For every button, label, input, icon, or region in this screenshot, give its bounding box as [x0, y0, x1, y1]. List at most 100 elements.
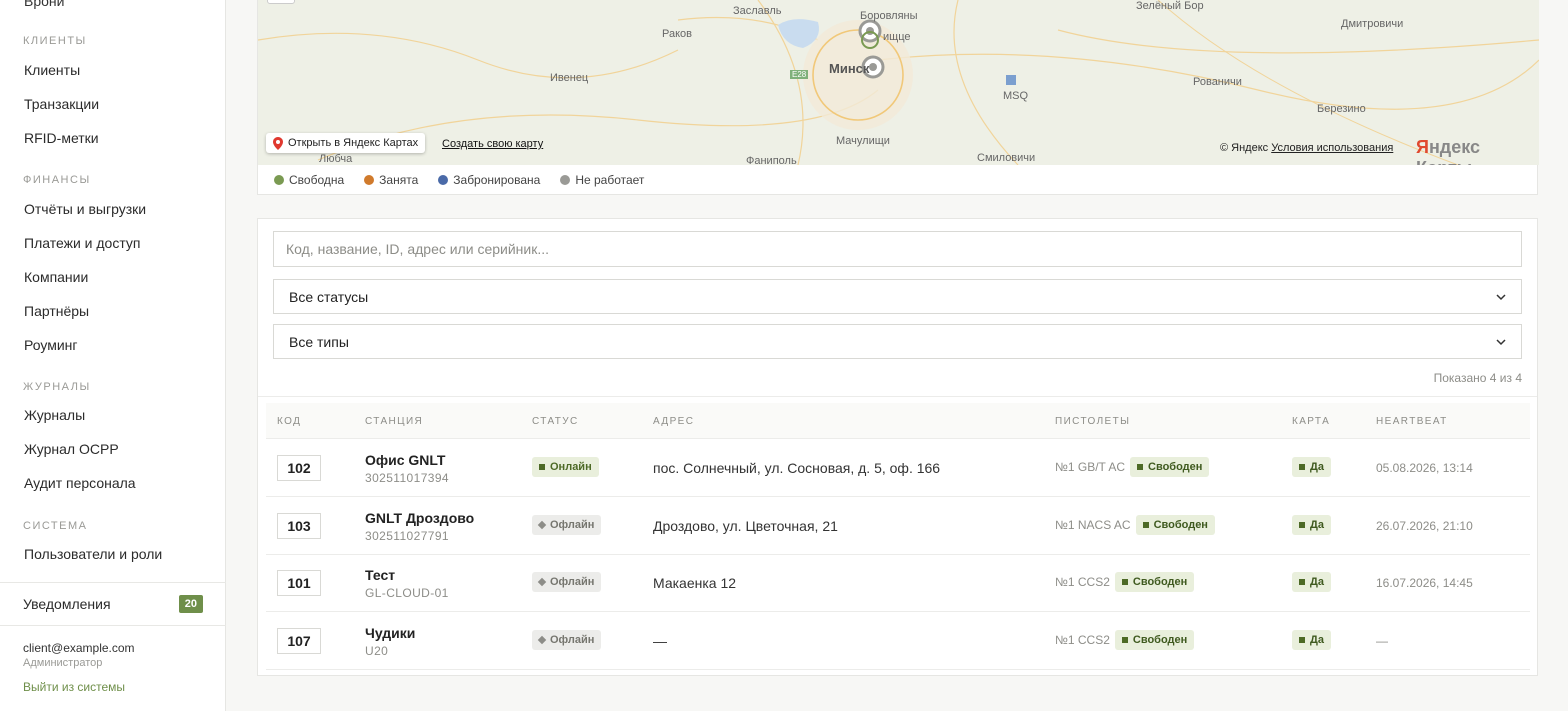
online-square-icon — [539, 464, 545, 470]
sidebar-item-clients[interactable]: Клиенты — [24, 62, 80, 78]
map-zoom-control[interactable] — [267, 0, 295, 4]
station-address: Дроздово, ул. Цветочная, 21 — [653, 517, 838, 534]
map-label: Рованичи — [1193, 76, 1242, 88]
status-badge: Офлайн — [532, 572, 602, 592]
station-code: 103 — [277, 512, 321, 539]
sidebar-divider — [0, 582, 226, 583]
stations-list-card: Все статусы Все типы Показано 4 из 4 Код… — [257, 218, 1538, 676]
map-label: Раков — [662, 28, 692, 40]
gun-info: №1 NACS AC Свободен — [1055, 514, 1215, 535]
heartbeat-time: — — [1376, 633, 1388, 648]
map-label: Заславль — [733, 5, 782, 17]
gun-status-badge: Свободен — [1135, 514, 1215, 535]
sidebar-divider — [0, 625, 226, 626]
offline-diamond-icon — [537, 577, 547, 587]
create-map-link[interactable]: Создать свою карту — [442, 138, 543, 150]
sidebar-item-reports[interactable]: Отчёты и выгрузки — [24, 201, 146, 217]
map-terms-link[interactable]: Условия использования — [1271, 142, 1393, 154]
sidebar-item-notifications[interactable]: Уведомления 20 — [23, 595, 203, 613]
column-header-station[interactable]: Станция — [365, 416, 423, 427]
open-in-yandex-maps-label: Открыть в Яндекс Картах — [288, 137, 419, 149]
map-label: Мачулищи — [836, 135, 890, 147]
legend-label: Не работает — [575, 173, 645, 187]
map-pin-icon — [273, 137, 283, 150]
map-label: Смиловичи — [977, 152, 1036, 164]
heartbeat-time: 16.07.2026, 14:45 — [1376, 576, 1473, 590]
gun-connector: №1 GB/T AC — [1055, 460, 1126, 474]
legend-dot-icon — [438, 175, 449, 185]
map-city-label: Минск — [829, 61, 870, 76]
sidebar-section-clients: Клиенты — [23, 35, 87, 47]
station-name[interactable]: Тест — [365, 567, 395, 583]
sidebar-item-roaming[interactable]: Роуминг — [24, 337, 77, 353]
road-label: E28 — [792, 70, 807, 79]
gun-status-badge: Свободен — [1114, 629, 1195, 650]
search-input[interactable] — [273, 231, 1522, 267]
sidebar-item-prev[interactable]: Врони — [24, 0, 64, 9]
gun-status-badge: Свободен — [1130, 457, 1210, 477]
table-row[interactable]: 103 GNLT Дроздово 302511027791 Офлайн Дроздо… — [266, 497, 1530, 555]
column-header-card[interactable]: Карта — [1292, 416, 1330, 427]
sidebar-item-transactions[interactable]: Транзакции — [24, 96, 99, 112]
status-label: Офлайн — [550, 633, 595, 646]
status-label: Офлайн — [550, 576, 595, 588]
status-square-icon — [1121, 579, 1128, 585]
legend-dot-icon — [274, 175, 284, 185]
gun-status-label: Свободен — [1132, 633, 1188, 646]
station-serial: GL-CLOUD-01 — [365, 586, 449, 600]
map-label: ищце — [883, 31, 911, 43]
column-header-heartbeat[interactable]: Heartbeat — [1376, 416, 1448, 427]
map-label: Дмитровичи — [1341, 18, 1404, 30]
column-header-guns[interactable]: Пистолеты — [1055, 416, 1130, 427]
logout-link[interactable]: Выйти из системы — [23, 680, 125, 694]
status-label: Офлайн — [550, 518, 595, 531]
gun-info: №1 CCS2 Свободен — [1055, 572, 1195, 592]
sidebar-item-rfid[interactable]: RFID-метки — [24, 130, 99, 146]
notifications-count-badge: 20 — [178, 595, 203, 613]
status-square-icon — [1137, 464, 1144, 470]
card-badge: Да — [1292, 629, 1331, 650]
table-header: Код Станция Статус Адрес Пистолеты Карта… — [266, 403, 1530, 439]
open-in-yandex-maps-button[interactable]: Открыть в Яндекс Картах — [266, 133, 426, 153]
sidebar-item-staff-audit[interactable]: Аудит персонала — [24, 475, 136, 491]
table-row[interactable]: 102 Офис GNLT 302511017394 Онлайн пос. Солне… — [266, 439, 1530, 497]
status-square-icon — [1142, 521, 1149, 528]
status-badge: Онлайн — [532, 457, 599, 477]
sidebar-item-payments[interactable]: Платежи и доступ — [24, 235, 140, 251]
sidebar-section-finance: Финансы — [23, 174, 91, 186]
type-select[interactable]: Все типы — [273, 324, 1522, 359]
gun-info: №1 CCS2 Свободен — [1055, 629, 1195, 650]
map-legend: Свободна Занята Забронирована Не работае… — [274, 173, 644, 187]
gun-status-badge: Свободен — [1114, 572, 1195, 592]
type-select-value: Все типы — [289, 333, 349, 350]
sidebar-item-companies[interactable]: Компании — [24, 269, 88, 285]
station-name[interactable]: GNLT Дроздово — [365, 510, 474, 526]
gun-status-label: Свободен — [1132, 576, 1188, 588]
column-header-address[interactable]: Адрес — [653, 416, 694, 427]
sidebar-item-partners[interactable]: Партнёры — [24, 303, 89, 319]
gun-status-label: Свободен — [1148, 461, 1203, 473]
map-label: Боровляны — [860, 10, 918, 22]
status-square-icon — [1121, 636, 1128, 643]
sidebar-item-users-roles[interactable]: Пользователи и роли — [24, 546, 162, 562]
map-label: Березино — [1317, 103, 1366, 115]
table-row[interactable]: 101 Тест GL-CLOUD-01 Офлайн Макаенка 12 №1 CC… — [266, 554, 1530, 612]
card-badge: Да — [1292, 514, 1331, 535]
station-serial: 302511027791 — [365, 528, 449, 543]
user-email: client@example.com — [23, 641, 135, 655]
stations-map[interactable]: Заславль Боровляны Зелёный Бор Дмитрович… — [258, 0, 1539, 165]
station-name[interactable]: Офис GNLT — [365, 452, 446, 468]
map-label: Ивенец — [550, 72, 589, 84]
gun-status-label: Свободен — [1153, 518, 1208, 531]
chevron-down-icon — [1496, 293, 1506, 300]
table-row[interactable]: 107 Чудики U20 Офлайн — №1 CCS2 Свободен Да — — [266, 612, 1530, 670]
sidebar-item-journals[interactable]: Журналы — [24, 407, 85, 423]
legend-dot-icon — [560, 175, 571, 185]
sidebar-item-ocpp-journal[interactable]: Журнал OCPP — [24, 441, 119, 457]
column-header-status[interactable]: Статус — [532, 416, 579, 427]
column-header-code[interactable]: Код — [277, 416, 301, 427]
map-copyright-text: © Яндекс — [1220, 142, 1269, 154]
station-name[interactable]: Чудики — [365, 625, 415, 641]
status-badge: Офлайн — [532, 629, 602, 650]
status-select[interactable]: Все статусы — [273, 279, 1522, 314]
